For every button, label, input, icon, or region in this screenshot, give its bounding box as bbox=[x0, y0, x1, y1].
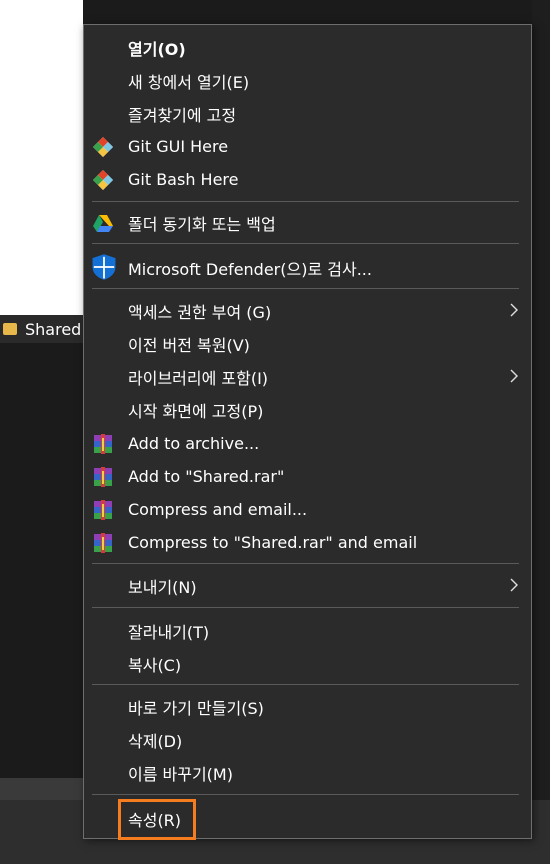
menu-separator bbox=[92, 288, 519, 289]
menu-item-label: 열기(O) bbox=[128, 39, 186, 59]
menu-item-pin-quick-access[interactable]: 즐겨찾기에 고정 bbox=[84, 97, 531, 130]
menu-separator bbox=[92, 607, 519, 608]
winrar-icon bbox=[94, 467, 112, 487]
menu-item-git-gui[interactable]: Git GUI Here bbox=[84, 130, 531, 163]
background-bottom-strip bbox=[0, 778, 83, 800]
menu-item-label: 보내기(N) bbox=[128, 577, 197, 597]
menu-separator bbox=[92, 684, 519, 685]
menu-separator bbox=[92, 563, 519, 564]
menu-item-label: Compress to "Shared.rar" and email bbox=[128, 533, 418, 552]
menu-item-label: 즐겨찾기에 고정 bbox=[128, 105, 237, 125]
menu-item-give-access[interactable]: 액세스 권한 부여 (G) bbox=[84, 294, 531, 327]
winrar-icon bbox=[94, 500, 112, 520]
folder-label: Shared bbox=[25, 319, 82, 339]
winrar-icon bbox=[94, 434, 112, 454]
menu-item-label: 잘라내기(T) bbox=[128, 622, 210, 642]
selected-folder-row[interactable]: Shared bbox=[0, 315, 83, 343]
menu-item-compress-shared-email[interactable]: Compress to "Shared.rar" and email bbox=[84, 526, 531, 559]
menu-item-folder-sync-backup[interactable]: 폴더 동기화 또는 백업 bbox=[84, 206, 531, 239]
menu-item-label: 시작 화면에 고정(P) bbox=[128, 401, 264, 421]
menu-item-label: 폴더 동기화 또는 백업 bbox=[128, 214, 276, 234]
menu-item-compress-email[interactable]: Compress and email... bbox=[84, 493, 531, 526]
git-gui-icon bbox=[93, 137, 113, 157]
properties-highlight-box bbox=[118, 799, 196, 840]
menu-item-restore-previous[interactable]: 이전 버전 복원(V) bbox=[84, 327, 531, 360]
menu-item-label: Microsoft Defender(으)로 검사... bbox=[128, 259, 372, 279]
menu-item-cut[interactable]: 잘라내기(T) bbox=[84, 614, 531, 647]
menu-item-add-shared-rar[interactable]: Add to "Shared.rar" bbox=[84, 460, 531, 493]
context-menu: 열기(O) 새 창에서 열기(E) 즐겨찾기에 고정 Git GUI Here … bbox=[83, 24, 532, 840]
background-right-strip bbox=[532, 0, 550, 864]
menu-item-label: 액세스 권한 부여 (G) bbox=[128, 302, 272, 322]
defender-shield-icon bbox=[92, 254, 116, 280]
menu-item-label: Git GUI Here bbox=[128, 137, 229, 156]
google-drive-icon bbox=[93, 215, 113, 232]
menu-item-label: 라이브러리에 포함(I) bbox=[128, 368, 269, 388]
menu-item-include-library[interactable]: 라이브러리에 포함(I) bbox=[84, 360, 531, 393]
menu-separator bbox=[92, 794, 519, 795]
explorer-white-panel bbox=[0, 0, 83, 315]
menu-item-add-archive[interactable]: Add to archive... bbox=[84, 427, 531, 460]
menu-item-defender-scan[interactable]: Microsoft Defender(으)로 검사... bbox=[84, 251, 531, 284]
menu-item-git-bash[interactable]: Git Bash Here bbox=[84, 163, 531, 196]
menu-item-delete[interactable]: 삭제(D) bbox=[84, 723, 531, 756]
chevron-right-icon bbox=[510, 303, 518, 317]
menu-item-rename[interactable]: 이름 바꾸기(M) bbox=[84, 756, 531, 789]
chevron-right-icon bbox=[510, 578, 518, 592]
winrar-icon bbox=[94, 533, 112, 553]
menu-item-label: Add to archive... bbox=[128, 434, 260, 453]
menu-item-label: 복사(C) bbox=[128, 655, 182, 675]
menu-item-send-to[interactable]: 보내기(N) bbox=[84, 569, 531, 602]
menu-item-label: 새 창에서 열기(E) bbox=[128, 72, 250, 92]
menu-item-label: Git Bash Here bbox=[128, 170, 239, 189]
menu-item-label: Add to "Shared.rar" bbox=[128, 467, 285, 486]
menu-item-open-new-window[interactable]: 새 창에서 열기(E) bbox=[84, 64, 531, 97]
menu-item-label: Compress and email... bbox=[128, 500, 308, 519]
menu-separator bbox=[92, 201, 519, 202]
menu-item-label: 이름 바꾸기(M) bbox=[128, 764, 233, 784]
menu-item-pin-start[interactable]: 시작 화면에 고정(P) bbox=[84, 393, 531, 426]
menu-item-label: 바로 가기 만들기(S) bbox=[128, 698, 264, 718]
menu-item-copy[interactable]: 복사(C) bbox=[84, 647, 531, 680]
chevron-right-icon bbox=[510, 369, 518, 383]
menu-item-open[interactable]: 열기(O) bbox=[84, 31, 531, 64]
folder-icon bbox=[3, 323, 17, 335]
menu-item-label: 삭제(D) bbox=[128, 731, 183, 751]
menu-separator bbox=[92, 243, 519, 244]
menu-item-label: 이전 버전 복원(V) bbox=[128, 335, 250, 355]
git-bash-icon bbox=[93, 170, 113, 190]
menu-item-create-shortcut[interactable]: 바로 가기 만들기(S) bbox=[84, 690, 531, 723]
